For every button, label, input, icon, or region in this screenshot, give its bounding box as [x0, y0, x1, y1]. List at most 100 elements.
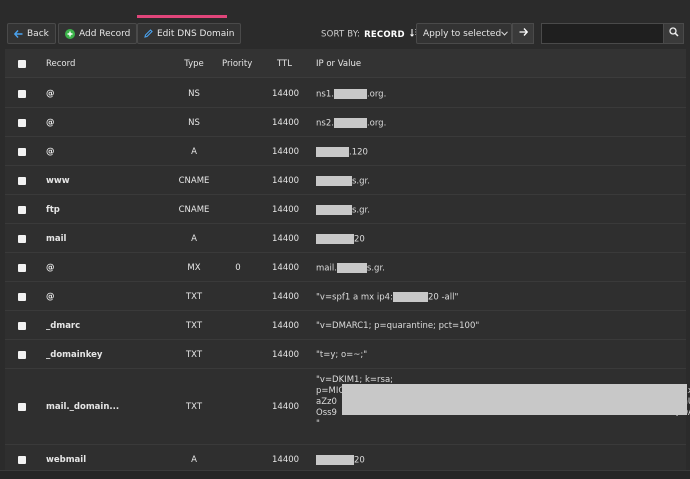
- search-input[interactable]: [541, 23, 663, 44]
- record-type: CNAME: [178, 205, 210, 215]
- row-checkbox[interactable]: [18, 351, 26, 359]
- search-icon: [668, 27, 679, 40]
- record-value: mail. s.gr.: [316, 263, 385, 274]
- record-ttl: 14400: [272, 234, 300, 244]
- record-type: NS: [188, 89, 200, 99]
- record-ttl: 14400: [272, 263, 300, 273]
- record-value: 20: [316, 234, 365, 245]
- header-ttl[interactable]: TTL: [277, 59, 292, 69]
- table-row[interactable]: @ MX 0 14400 mail. s.gr.: [5, 253, 686, 282]
- toolbar: Back Add Record Edit DNS Domain SORT BY:…: [0, 20, 690, 48]
- table-row[interactable]: www CNAME 14400 s.gr.: [5, 166, 686, 195]
- redacted-block: [342, 384, 687, 415]
- record-ttl: 14400: [272, 147, 300, 157]
- arrow-right-icon: [519, 28, 528, 39]
- record-name: _dmarc: [46, 321, 81, 331]
- back-label: Back: [27, 28, 49, 39]
- add-record-button[interactable]: Add Record: [58, 23, 138, 44]
- header-priority[interactable]: Priority: [222, 59, 252, 69]
- record-value: "v=DMARC1; p=quarantine; pct=100": [316, 321, 480, 331]
- edit-dns-domain-label: Edit DNS Domain: [157, 28, 235, 39]
- arrow-left-icon: [14, 29, 23, 38]
- redacted-block: [333, 89, 367, 99]
- active-tab-indicator: [137, 15, 227, 18]
- edit-dns-domain-button[interactable]: Edit DNS Domain: [137, 23, 242, 44]
- record-value: s.gr.: [316, 205, 370, 216]
- add-record-label: Add Record: [79, 28, 131, 39]
- record-name: webmail: [46, 455, 87, 465]
- record-type: TXT: [185, 292, 203, 302]
- record-type: TXT: [185, 402, 203, 412]
- search-button[interactable]: [663, 23, 684, 44]
- header-record[interactable]: Record: [46, 59, 75, 69]
- table-row[interactable]: @ NS 14400 ns1. .org.: [5, 79, 686, 108]
- header-type[interactable]: Type: [164, 59, 224, 69]
- redacted-block: [316, 234, 354, 244]
- table-row[interactable]: ftp CNAME 14400 s.gr.: [5, 195, 686, 224]
- row-checkbox[interactable]: [18, 403, 26, 411]
- record-value: ns1. .org.: [316, 89, 387, 100]
- select-all-checkbox[interactable]: [18, 60, 26, 68]
- row-checkbox[interactable]: [18, 119, 26, 127]
- record-ttl: 14400: [272, 292, 300, 302]
- row-checkbox[interactable]: [18, 322, 26, 330]
- table-row[interactable]: _domainkey TXT 14400 "t=y; o=~;": [5, 340, 686, 369]
- record-name: www: [46, 176, 70, 186]
- bottom-bar: [0, 470, 690, 479]
- table-row[interactable]: mail._domain... TXT 14400 "v=DKIM1; k=rs…: [5, 369, 690, 445]
- record-value: s.gr.: [316, 176, 370, 187]
- sort-by-control[interactable]: SORT BY: RECORD: [321, 28, 419, 40]
- table-row[interactable]: mail A 14400 20: [5, 224, 686, 253]
- header-value[interactable]: IP or Value: [316, 59, 361, 69]
- redacted-block: [316, 176, 352, 186]
- record-priority: 0: [235, 263, 241, 273]
- sort-by-label: SORT BY:: [321, 29, 361, 40]
- record-value: ns2. .org.: [316, 118, 387, 129]
- bulk-action-select[interactable]: Apply to selected: [416, 23, 512, 44]
- record-value: "v=spf1 a mx ip4: 20 -all": [316, 292, 459, 303]
- record-type: A: [191, 455, 197, 465]
- redacted-block: [316, 205, 352, 215]
- chevron-down-icon: [501, 29, 509, 39]
- row-checkbox[interactable]: [18, 264, 26, 272]
- table-row[interactable]: _dmarc TXT 14400 "v=DMARC1; p=quarantine…: [5, 311, 686, 340]
- redacted-block: [336, 263, 367, 273]
- record-type: CNAME: [178, 176, 210, 186]
- record-type: A: [191, 147, 197, 157]
- row-checkbox[interactable]: [18, 90, 26, 98]
- bulk-action-value: Apply to selected: [423, 28, 502, 39]
- record-type: TXT: [185, 321, 203, 331]
- record-name: @: [46, 263, 55, 273]
- record-name: @: [46, 89, 55, 99]
- dns-records-table: Record Type Priority TTL IP or Value @ N…: [5, 49, 690, 479]
- record-value: .120: [316, 147, 368, 158]
- plus-circle-icon: [65, 28, 75, 39]
- back-button[interactable]: Back: [7, 23, 56, 44]
- table-row[interactable]: @ A 14400 .120: [5, 137, 686, 166]
- record-ttl: 14400: [272, 205, 300, 215]
- redacted-block: [392, 292, 428, 302]
- row-checkbox[interactable]: [18, 293, 26, 301]
- record-type: TXT: [185, 350, 203, 360]
- table-row[interactable]: @ TXT 14400 "v=spf1 a mx ip4: 20 -all": [5, 282, 686, 311]
- sort-by-value: RECORD: [364, 29, 405, 40]
- table-row[interactable]: @ NS 14400 ns2. .org.: [5, 108, 686, 137]
- record-ttl: 14400: [272, 176, 300, 186]
- record-name: @: [46, 118, 55, 128]
- apply-button[interactable]: [512, 23, 534, 44]
- record-value: 20: [316, 455, 365, 466]
- record-type: NS: [188, 118, 200, 128]
- record-ttl: 14400: [272, 321, 300, 331]
- row-checkbox[interactable]: [18, 456, 26, 464]
- record-name: @: [46, 292, 55, 302]
- record-ttl: 14400: [272, 118, 300, 128]
- record-value: "t=y; o=~;": [316, 350, 368, 360]
- record-name: mail._domain...: [46, 402, 120, 412]
- row-checkbox[interactable]: [18, 177, 26, 185]
- record-ttl: 14400: [272, 402, 300, 412]
- dkim-line: ": [316, 419, 320, 429]
- record-name: ftp: [46, 205, 60, 215]
- row-checkbox[interactable]: [18, 148, 26, 156]
- row-checkbox[interactable]: [18, 206, 26, 214]
- row-checkbox[interactable]: [18, 235, 26, 243]
